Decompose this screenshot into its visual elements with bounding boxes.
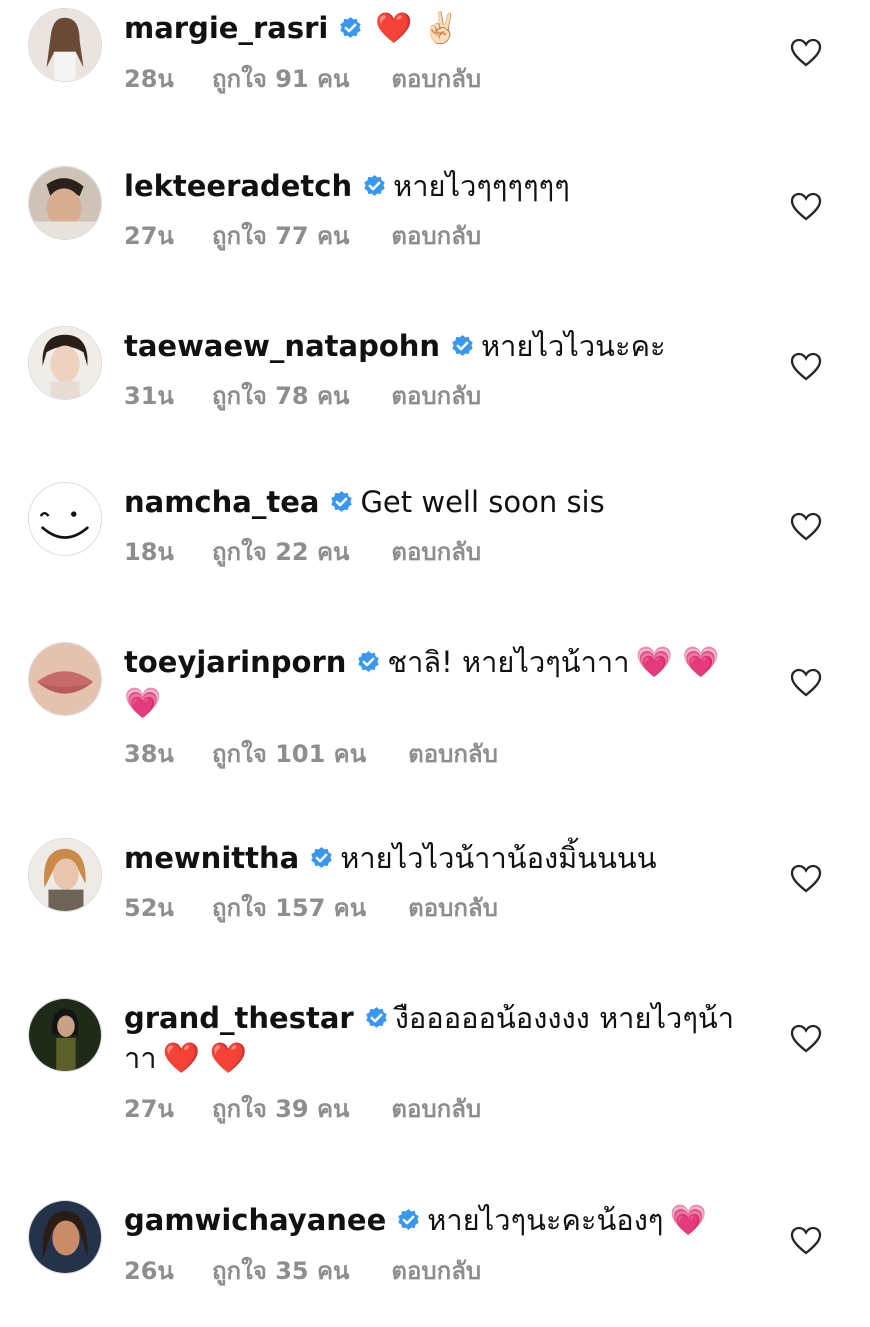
comment-username[interactable]: mewnittha: [124, 841, 299, 875]
avatar-icon: [29, 999, 101, 1071]
comment-username[interactable]: gamwichayanee: [124, 1203, 386, 1237]
smiley-avatar-icon: [29, 483, 101, 555]
verified-badge-icon: [331, 491, 353, 512]
comment-likes[interactable]: ถูกใจ 78 คน: [212, 376, 349, 415]
reply-button[interactable]: ตอบกลับ: [408, 888, 498, 927]
comment-likes[interactable]: ถูกใจ 91 คน: [212, 59, 349, 98]
comment-text: หายไวๆนะคะน้องๆ: [427, 1203, 664, 1237]
like-heart-icon[interactable]: [790, 668, 822, 698]
comment-text-continued: าา: [124, 1041, 157, 1075]
comment-username[interactable]: taewaew_natapohn: [124, 329, 440, 363]
like-heart-icon[interactable]: [790, 1226, 822, 1256]
comment-username[interactable]: margie_rasri: [124, 11, 328, 45]
avatar[interactable]: [28, 8, 102, 82]
verified-badge-icon: [340, 17, 362, 38]
avatar[interactable]: [28, 166, 102, 240]
comment-emoji: ❤️ ❤️: [162, 1041, 247, 1076]
avatar[interactable]: [28, 326, 102, 400]
like-heart-icon[interactable]: [790, 1024, 822, 1054]
comment-time: 31น: [124, 382, 174, 410]
comment-likes[interactable]: ถูกใจ 101 คน: [212, 734, 366, 773]
comment-time: 38น: [124, 740, 174, 768]
comment-likes[interactable]: ถูกใจ 157 คน: [212, 888, 366, 927]
comment-time: 28น: [124, 65, 174, 93]
like-heart-icon[interactable]: [790, 512, 822, 542]
like-heart-icon[interactable]: [790, 864, 822, 894]
avatar-icon: [29, 1201, 101, 1273]
reply-button[interactable]: ตอบกลับ: [391, 532, 481, 571]
comment-username[interactable]: grand_thestar: [124, 1001, 354, 1035]
comment-username[interactable]: toeyjarinporn: [124, 645, 346, 679]
avatar-icon: [29, 327, 101, 399]
like-heart-icon[interactable]: [790, 38, 822, 68]
like-heart-icon[interactable]: [790, 192, 822, 222]
comment-emoji: 💗 💗: [635, 645, 720, 680]
avatar-icon: [29, 839, 101, 911]
avatar[interactable]: [28, 838, 102, 912]
reply-button[interactable]: ตอบกลับ: [391, 376, 481, 415]
comment-text: Get well soon sis: [360, 485, 605, 519]
comment-text: ชาลิ! หายไวๆน้าาา: [387, 645, 630, 679]
reply-button[interactable]: ตอบกลับ: [391, 59, 481, 98]
like-heart-icon[interactable]: [790, 352, 822, 382]
comment-time: 52น: [124, 894, 174, 922]
comment-likes[interactable]: ถูกใจ 39 คน: [212, 1089, 349, 1128]
comment-time: 27น: [124, 222, 174, 250]
comment-text: หายไวๆๆๆๆๆๆ: [393, 169, 570, 203]
verified-badge-icon: [358, 651, 380, 672]
comment-username[interactable]: lekteeradetch: [124, 169, 352, 203]
avatar-icon: [29, 9, 101, 81]
comment-text: หายไวไวนะคะ: [481, 329, 666, 363]
comment-likes[interactable]: ถูกใจ 22 คน: [212, 532, 349, 571]
avatar-icon: [29, 643, 101, 715]
comment-emoji: ❤️ ✌🏻: [375, 11, 460, 46]
comment-emoji-continued: 💗: [124, 686, 162, 721]
comment-time: 18น: [124, 538, 174, 566]
comment-emoji: 💗: [669, 1203, 707, 1238]
verified-badge-icon: [364, 175, 385, 196]
verified-badge-icon: [311, 847, 332, 868]
verified-badge-icon: [452, 335, 473, 356]
reply-button[interactable]: ตอบกลับ: [391, 1251, 481, 1290]
comment-time: 26น: [124, 1257, 174, 1285]
reply-button[interactable]: ตอบกลับ: [391, 216, 481, 255]
avatar-icon: [29, 167, 101, 239]
reply-button[interactable]: ตอบกลับ: [408, 734, 498, 773]
verified-badge-icon: [366, 1007, 387, 1028]
avatar[interactable]: [28, 998, 102, 1072]
avatar[interactable]: [28, 1200, 102, 1274]
comment-text: งือออออน้องงงง หายไวๆน้า: [394, 1001, 735, 1035]
comment-likes[interactable]: ถูกใจ 77 คน: [212, 216, 349, 255]
avatar[interactable]: [28, 642, 102, 716]
comment-time: 27น: [124, 1095, 174, 1123]
comment-username[interactable]: namcha_tea: [124, 485, 319, 519]
reply-button[interactable]: ตอบกลับ: [391, 1089, 481, 1128]
avatar[interactable]: [28, 482, 102, 556]
comment-text: หายไวไวน้าาน้องมิ้นนนน: [340, 841, 657, 875]
verified-badge-icon: [398, 1209, 419, 1230]
comment-likes[interactable]: ถูกใจ 35 คน: [212, 1251, 349, 1290]
